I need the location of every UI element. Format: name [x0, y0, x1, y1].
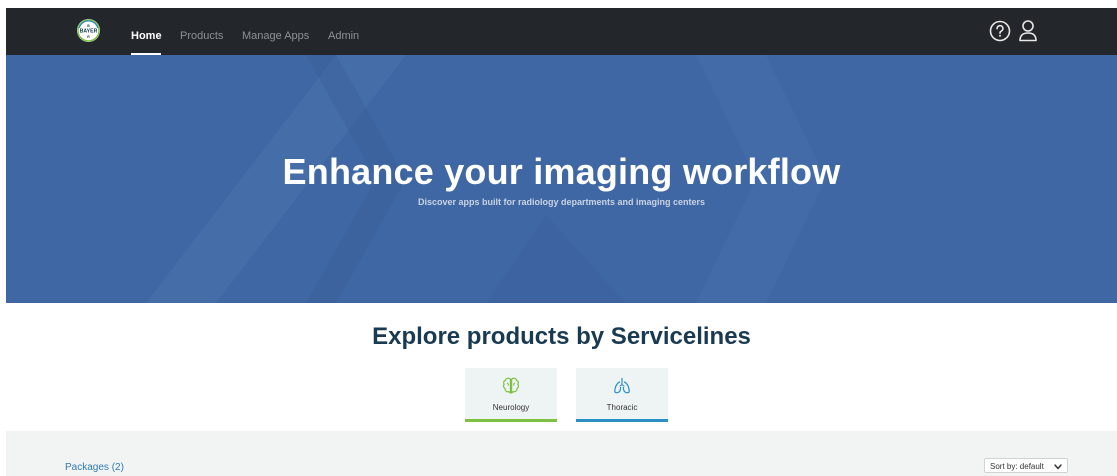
hero-subtitle: Discover apps built for radiology depart…	[417, 197, 706, 207]
nav-products[interactable]: Products	[180, 30, 223, 42]
help-icon[interactable]	[989, 20, 1011, 47]
lungs-icon	[612, 376, 632, 401]
serviceline-label: Neurology	[492, 403, 530, 412]
svg-text:BAYER: BAYER	[80, 29, 98, 35]
packages-strip: Packages (2) Sort by: default	[6, 431, 1117, 476]
packages-count-link[interactable]: Packages (2)	[65, 462, 124, 473]
nav-manage-apps[interactable]: Manage Apps	[242, 30, 309, 42]
top-nav: BAYER B R Home Products Manage Apps Admi…	[6, 8, 1117, 55]
hero-banner: Enhance your imaging workflow Discover a…	[6, 55, 1117, 303]
nav-admin[interactable]: Admin	[328, 30, 359, 42]
user-icon[interactable]	[1018, 19, 1038, 48]
sort-dropdown-label: Sort by: default	[990, 462, 1044, 471]
serviceline-accent-bar	[465, 419, 557, 422]
serviceline-card-neurology[interactable]: Neurology	[465, 368, 557, 422]
hero-title: Enhance your imaging workflow	[282, 151, 841, 192]
app-frame: BAYER B R Home Products Manage Apps Admi…	[6, 8, 1117, 476]
bayer-logo[interactable]: BAYER B R	[77, 19, 100, 42]
sort-dropdown[interactable]: Sort by: default	[984, 458, 1068, 473]
nav-home[interactable]: Home	[131, 30, 162, 42]
servicelines-title: Explore products by Servicelines	[372, 323, 751, 350]
chevron-down-icon	[1054, 463, 1062, 472]
serviceline-label: Thoracic	[606, 403, 638, 412]
serviceline-card-thoracic[interactable]: Thoracic	[576, 368, 668, 422]
brain-icon	[501, 376, 521, 401]
serviceline-accent-bar	[576, 419, 668, 422]
